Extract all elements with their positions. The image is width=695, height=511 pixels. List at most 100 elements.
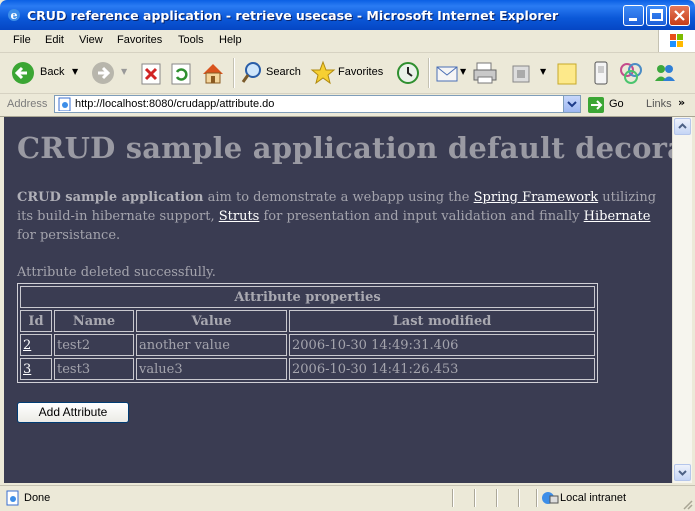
menu-file[interactable]: File	[13, 34, 31, 46]
menu-help[interactable]: Help	[219, 34, 242, 46]
cell-last-modified: 2006-10-30 14:41:26.453	[289, 358, 595, 380]
favorites-star-icon[interactable]	[310, 59, 336, 87]
menu-view[interactable]: View	[79, 34, 103, 46]
chevron-up-icon	[678, 123, 687, 129]
msn-buddies-icon[interactable]	[652, 59, 678, 87]
menu-tools[interactable]: Tools	[178, 34, 204, 46]
status-divider	[518, 489, 520, 507]
go-button[interactable]: Go	[587, 96, 637, 114]
status-message: Attribute deleted successfully.	[17, 265, 216, 280]
table-row: 2 test2 another value 2006-10-30 14:49:3…	[20, 334, 595, 356]
search-label[interactable]: Search	[266, 66, 301, 78]
history-icon[interactable]	[395, 59, 421, 87]
maximize-icon	[650, 9, 663, 21]
chevron-down-icon	[567, 101, 577, 108]
title-bar[interactable]: e CRUD reference application - retrieve …	[0, 0, 695, 30]
url-text: http://localhost:8080/crudapp/attribute.…	[75, 98, 275, 110]
windows-flag-icon	[670, 34, 683, 47]
cell-last-modified: 2006-10-30 14:49:31.406	[289, 334, 595, 356]
scroll-up-button[interactable]	[674, 118, 691, 135]
column-header-value: Value	[136, 310, 287, 332]
chevron-down-icon	[678, 470, 687, 476]
intro-text: aim to demonstrate a webapp using the	[203, 190, 474, 205]
security-zone-text: Local intranet	[560, 492, 627, 504]
menu-favorites[interactable]: Favorites	[117, 34, 162, 46]
close-button[interactable]	[669, 5, 690, 26]
status-divider	[536, 489, 538, 507]
intro-bold-lead: CRUD sample application	[17, 190, 204, 205]
ie-logo-icon: e	[8, 9, 20, 22]
column-header-name: Name	[54, 310, 134, 332]
toolbar-separator	[233, 58, 235, 88]
home-icon[interactable]	[200, 59, 226, 87]
mail-icon[interactable]	[434, 59, 460, 87]
struts-link[interactable]: Struts	[219, 209, 260, 224]
page-ie-icon	[58, 97, 71, 111]
edit-dropdown-icon[interactable]: ▼	[540, 67, 546, 76]
cell-name: test2	[54, 334, 134, 356]
close-icon	[674, 10, 685, 21]
links-toolbar[interactable]: Links	[646, 98, 672, 110]
attribute-id-link[interactable]: 3	[23, 362, 31, 377]
svg-text:e: e	[11, 9, 18, 22]
cell-id: 2	[20, 334, 52, 356]
toolbar-separator	[428, 58, 430, 88]
browser-window: e CRUD reference application - retrieve …	[0, 0, 695, 511]
research-icon[interactable]	[618, 59, 644, 87]
hibernate-link[interactable]: Hibernate	[584, 209, 651, 224]
status-text: Done	[24, 492, 51, 504]
search-icon[interactable]	[240, 59, 264, 87]
messenger-device-icon[interactable]	[590, 59, 612, 87]
column-header-id: Id	[20, 310, 52, 332]
back-dropdown-icon[interactable]: ▼	[72, 67, 78, 76]
discuss-note-icon[interactable]	[555, 59, 579, 87]
windows-logo	[658, 30, 695, 52]
forward-dropdown-icon[interactable]: ▼	[121, 67, 127, 76]
table-row: 3 test3 value3 2006-10-30 14:41:26.453	[20, 358, 595, 380]
refresh-icon[interactable]	[170, 59, 192, 87]
status-divider	[474, 489, 476, 507]
go-label: Go	[609, 98, 624, 110]
page-content: CRUD sample application default decorato…	[4, 117, 672, 483]
cell-value: value3	[136, 358, 287, 380]
mail-dropdown-icon[interactable]: ▼	[460, 67, 466, 76]
cell-value: another value	[136, 334, 287, 356]
intro-paragraph: CRUD sample application aim to demonstra…	[17, 188, 667, 245]
local-intranet-icon	[542, 492, 559, 504]
standard-toolbar: Back ▼ ▼ Search Favorites ▼ ▼	[0, 53, 695, 94]
address-label: Address	[7, 98, 48, 110]
page-done-icon	[6, 490, 19, 506]
menu-bar: File Edit View Favorites Tools Help	[0, 30, 695, 53]
spring-framework-link[interactable]: Spring Framework	[474, 190, 598, 205]
minimize-icon	[629, 18, 637, 21]
status-bar: Done Local intranet	[0, 485, 695, 511]
back-arrow-icon[interactable]	[10, 59, 36, 87]
address-input[interactable]: http://localhost:8080/crudapp/attribute.…	[54, 95, 581, 113]
address-bar: Address http://localhost:8080/crudapp/at…	[0, 94, 695, 117]
page-heading: CRUD sample application default decorato…	[17, 131, 672, 165]
column-header-last-modified: Last modified	[289, 310, 595, 332]
menu-edit[interactable]: Edit	[45, 34, 64, 46]
cell-id: 3	[20, 358, 52, 380]
address-dropdown-button[interactable]	[563, 96, 580, 112]
stop-icon[interactable]	[140, 59, 162, 87]
status-divider	[496, 489, 498, 507]
intro-text: for presentation and input validation an…	[259, 209, 584, 224]
edit-icon[interactable]	[510, 59, 532, 87]
go-arrow-icon	[588, 97, 604, 113]
status-divider	[452, 489, 454, 507]
minimize-button[interactable]	[623, 5, 644, 26]
vertical-scrollbar[interactable]	[672, 117, 692, 483]
resize-grip-icon[interactable]	[681, 498, 693, 510]
attributes-table: Attribute properties Id Name Value Last …	[17, 283, 598, 383]
favorites-label[interactable]: Favorites	[338, 66, 383, 78]
forward-arrow-icon[interactable]	[90, 59, 116, 87]
back-label[interactable]: Back	[40, 66, 64, 78]
print-icon[interactable]	[472, 59, 498, 87]
table-caption: Attribute properties	[20, 286, 595, 308]
chevron-right-icon[interactable]: »	[678, 96, 685, 109]
maximize-button[interactable]	[646, 5, 667, 26]
scroll-down-button[interactable]	[674, 464, 691, 481]
add-attribute-button[interactable]: Add Attribute	[17, 402, 129, 423]
attribute-id-link[interactable]: 2	[23, 338, 31, 353]
